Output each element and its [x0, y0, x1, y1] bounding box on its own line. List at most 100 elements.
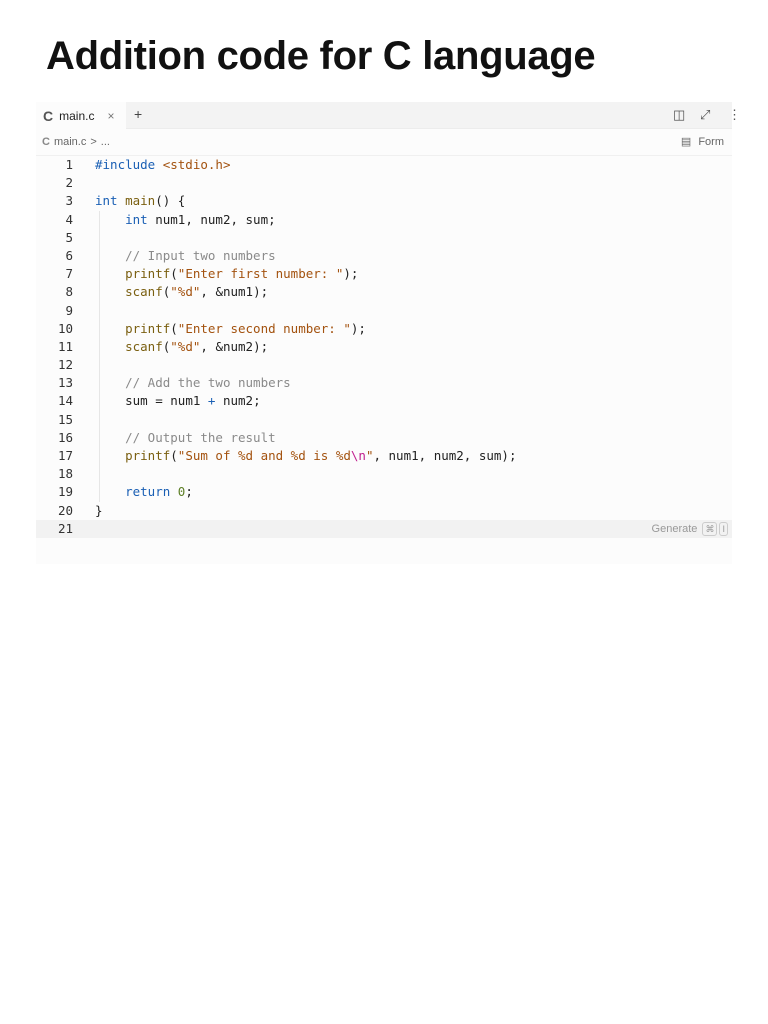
- cmd-key-icon: ⌘: [702, 521, 718, 536]
- code-token: "%d": [170, 338, 201, 354]
- line-text: printf("Enter second number: ");: [95, 320, 366, 338]
- code-token: num2;: [215, 393, 261, 409]
- breadcrumb: C main.c > ... ▤ Form: [36, 129, 732, 156]
- code-token: (: [170, 448, 178, 463]
- code-token: printf: [125, 448, 171, 463]
- code-token: () {: [155, 193, 186, 209]
- indent-guide: [99, 465, 100, 484]
- breadcrumb-more[interactable]: ...: [101, 136, 110, 148]
- tab-bar: C main.c × + ◫ ⤢ ⋮: [36, 102, 741, 129]
- code-token: int: [95, 193, 126, 209]
- indent-guide: [99, 410, 100, 429]
- code-token: int: [125, 211, 156, 227]
- line-number: 4: [65, 211, 73, 227]
- code-line[interactable]: 9: [36, 301, 732, 320]
- code-token: printf: [125, 320, 171, 336]
- line-text: // Output the result: [95, 429, 276, 447]
- code-line[interactable]: 4 int num1, num2, sum;: [36, 210, 732, 229]
- generate-label: Generate: [651, 522, 698, 535]
- code-token: ;: [185, 484, 193, 500]
- code-line[interactable]: 20}: [36, 502, 732, 520]
- code-line[interactable]: 19 return 0;: [36, 483, 732, 502]
- code-token: \n: [350, 448, 366, 463]
- code-token: <stdio.h>: [162, 157, 231, 172]
- indent-guide: [99, 228, 100, 247]
- code-line[interactable]: 8 scanf("%d", &num1);: [36, 283, 732, 302]
- page-title: Addition code for C language: [46, 34, 596, 78]
- code-token: , &num2);: [200, 338, 269, 354]
- code-token: , &num1);: [200, 284, 269, 300]
- line-text: scanf("%d", &num2);: [95, 338, 268, 356]
- more-options-icon[interactable]: ⋮: [728, 107, 741, 123]
- code-line[interactable]: 17 printf("Sum of %d and %d is %d\n", nu…: [36, 447, 732, 466]
- code-token: #include: [95, 157, 163, 172]
- line-number: 21: [57, 520, 73, 536]
- code-line[interactable]: 7 printf("Enter first number: ");: [36, 265, 732, 284]
- expand-icon[interactable]: ⤢: [700, 107, 710, 123]
- line-text: // Add the two numbers: [95, 374, 291, 392]
- code-line[interactable]: 13 // Add the two numbers: [36, 374, 732, 393]
- format-label: Form: [698, 136, 724, 148]
- line-number: 3: [65, 193, 73, 209]
- code-area[interactable]: 1 #include <stdio.h> 2 3 int main() {4 int n…: [36, 156, 732, 538]
- code-line[interactable]: 3 int main() {: [36, 192, 732, 210]
- code-token: sum = num1: [125, 393, 208, 409]
- code-token: scanf: [125, 338, 163, 354]
- c-language-icon: C: [43, 107, 54, 124]
- code-line[interactable]: 2: [36, 174, 732, 192]
- new-tab-button[interactable]: +: [134, 106, 142, 122]
- line-text: int main() {: [95, 192, 185, 210]
- line-text: printf("Sum of %d and %d is %d\n", num1,…: [95, 447, 516, 465]
- code-token: "Sum of %d and %d is %d: [177, 448, 351, 463]
- line-text: printf("Enter first number: ");: [95, 265, 358, 283]
- line-number: 10: [57, 320, 73, 336]
- code-token: scanf: [125, 284, 163, 300]
- line-text: return 0;: [95, 483, 193, 501]
- format-button[interactable]: ▤ Form: [681, 135, 728, 148]
- breadcrumb-file[interactable]: main.c: [54, 136, 86, 148]
- c-language-icon: C: [42, 136, 50, 148]
- generate-button[interactable]: Generate ⌘ I: [652, 520, 728, 538]
- code-line[interactable]: 21 Generate ⌘ I: [36, 519, 732, 538]
- line-number: 14: [57, 393, 73, 409]
- line-number: 5: [65, 229, 73, 245]
- tab-main-c[interactable]: C main.c ×: [36, 102, 126, 129]
- line-number: 11: [57, 338, 73, 354]
- line-number: 1: [65, 157, 73, 172]
- code-line[interactable]: 12: [36, 356, 732, 375]
- line-number: 9: [65, 302, 73, 318]
- code-line[interactable]: 16 // Output the result: [36, 428, 732, 447]
- split-view-icon[interactable]: ◫: [673, 107, 685, 123]
- code-token: return: [125, 484, 178, 500]
- indent-guide: [99, 301, 100, 320]
- code-line[interactable]: 1 #include <stdio.h>: [36, 156, 732, 174]
- code-line[interactable]: 15: [36, 410, 732, 429]
- code-line[interactable]: 11 scanf("%d", &num2);: [36, 337, 732, 357]
- code-line[interactable]: 5: [36, 228, 732, 247]
- code-line[interactable]: 10 printf("Enter second number: ");: [36, 319, 732, 338]
- breadcrumb-separator: >: [90, 136, 97, 148]
- code-token: }: [95, 502, 103, 518]
- code-token: );: [350, 320, 366, 336]
- code-token: , num1, num2, sum);: [373, 448, 517, 463]
- code-token: );: [343, 266, 359, 282]
- line-number: 19: [57, 484, 73, 500]
- code-token: main: [125, 193, 156, 209]
- format-icon: ▤: [680, 136, 692, 148]
- code-token: (: [170, 266, 178, 282]
- code-line[interactable]: 6 // Input two numbers: [36, 246, 732, 266]
- tab-label: main.c: [59, 108, 95, 123]
- code-line[interactable]: 18: [36, 465, 732, 484]
- line-number: 18: [57, 466, 73, 482]
- close-tab-icon[interactable]: ×: [107, 109, 114, 123]
- code-line[interactable]: 14 sum = num1 + num2;: [36, 392, 732, 411]
- line-number: 6: [65, 247, 73, 263]
- line-text: sum = num1 + num2;: [95, 392, 261, 410]
- indent-guide: [99, 356, 100, 375]
